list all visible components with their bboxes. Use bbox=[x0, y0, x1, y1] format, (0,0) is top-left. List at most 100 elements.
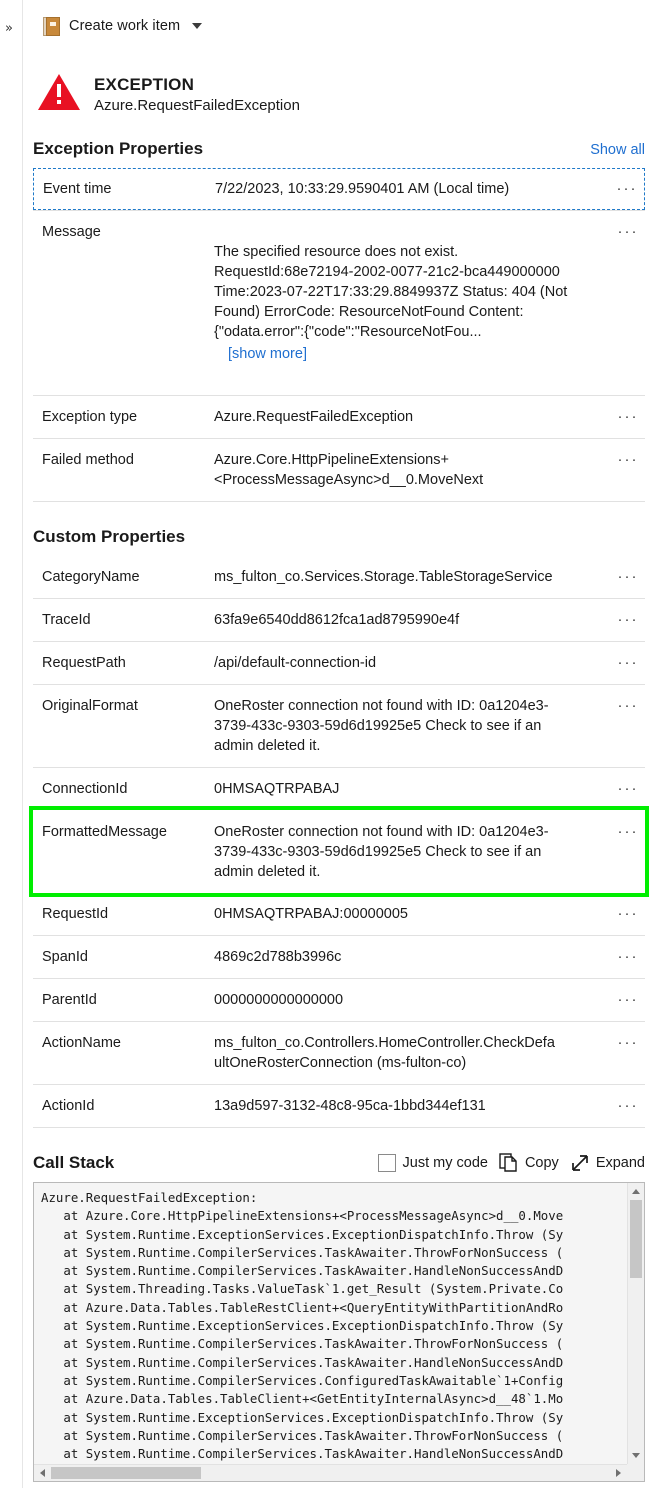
property-value-text: The specified resource does not exist. R… bbox=[214, 244, 568, 340]
property-key: Message bbox=[42, 224, 101, 240]
row-more-button[interactable]: ··· bbox=[611, 450, 645, 470]
property-key: SpanId bbox=[42, 949, 88, 965]
property-key: TraceId bbox=[42, 612, 91, 628]
property-value: 4869c2d788b3996c bbox=[214, 949, 342, 965]
horizontal-scrollbar[interactable] bbox=[34, 1464, 627, 1481]
just-my-code-checkbox[interactable] bbox=[377, 1153, 396, 1172]
horizontal-scroll-thumb[interactable] bbox=[51, 1467, 201, 1479]
table-row[interactable]: ParentId 0000000000000000 ··· bbox=[33, 978, 645, 1021]
row-more-button[interactable]: ··· bbox=[611, 1096, 645, 1116]
show-more-link[interactable]: [show more] bbox=[228, 344, 603, 364]
table-row[interactable]: OriginalFormat OneRoster connection not … bbox=[33, 684, 645, 767]
property-value: OneRoster connection not found with ID: … bbox=[214, 698, 549, 754]
work-item-icon bbox=[43, 16, 60, 36]
row-more-button[interactable]: ··· bbox=[611, 567, 645, 587]
table-row[interactable]: Event time 7/22/2023, 10:33:29.9590401 A… bbox=[33, 168, 645, 210]
table-row[interactable]: Message The specified resource does not … bbox=[33, 210, 645, 395]
property-value: 13a9d597-3132-48c8-95ca-1bbd344ef131 bbox=[214, 1098, 486, 1114]
copy-button[interactable]: Copy bbox=[499, 1152, 559, 1173]
property-key: OriginalFormat bbox=[42, 698, 138, 714]
property-value: The specified resource does not exist. R… bbox=[214, 222, 611, 384]
property-key: CategoryName bbox=[42, 569, 140, 585]
property-key: FormattedMessage bbox=[42, 824, 167, 840]
row-more-button[interactable]: ··· bbox=[611, 653, 645, 673]
property-key: RequestPath bbox=[42, 655, 126, 671]
table-row[interactable]: RequestPath /api/default-connection-id ·… bbox=[33, 641, 645, 684]
table-row[interactable]: RequestId 0HMSAQTRPABAJ:00000005 ··· bbox=[33, 893, 645, 935]
table-row[interactable]: CategoryName ms_fulton_co.Services.Stora… bbox=[33, 556, 645, 598]
table-row[interactable]: Failed method Azure.Core.HttpPipelineExt… bbox=[33, 438, 645, 501]
scroll-right-arrow-icon[interactable] bbox=[610, 1465, 627, 1481]
expand-button[interactable]: Expand bbox=[570, 1153, 645, 1173]
row-more-button[interactable]: ··· bbox=[611, 822, 645, 842]
property-value: Azure.Core.HttpPipelineExtensions+ <Proc… bbox=[214, 452, 484, 488]
property-key: ActionName bbox=[42, 1035, 121, 1051]
property-key: Failed method bbox=[42, 452, 134, 468]
custom-properties-table: CategoryName ms_fulton_co.Services.Stora… bbox=[29, 556, 649, 1127]
property-key: ConnectionId bbox=[42, 781, 128, 797]
call-stack-title: Call Stack bbox=[33, 1152, 115, 1172]
property-value: 7/22/2023, 10:33:29.9590401 AM (Local ti… bbox=[215, 181, 510, 197]
row-more-button[interactable]: ··· bbox=[611, 1033, 645, 1053]
exception-type-label: Azure.RequestFailedException bbox=[94, 97, 300, 114]
custom-properties-title: Custom Properties bbox=[33, 527, 186, 546]
row-more-button[interactable]: ··· bbox=[611, 904, 645, 924]
vertical-scrollbar[interactable] bbox=[627, 1183, 644, 1464]
row-more-button[interactable]: ··· bbox=[611, 990, 645, 1010]
scrollbar-corner bbox=[627, 1464, 644, 1481]
exception-properties-header: Exception Properties Show all bbox=[23, 139, 659, 159]
create-work-item-label: Create work item bbox=[69, 18, 181, 34]
table-row[interactable]: SpanId 4869c2d788b3996c ··· bbox=[33, 935, 645, 978]
row-more-button[interactable]: ··· bbox=[611, 407, 645, 427]
exception-properties-table: Event time 7/22/2023, 10:33:29.9590401 A… bbox=[33, 168, 645, 501]
property-key: Exception type bbox=[42, 409, 138, 425]
table-row[interactable]: Exception type Azure.RequestFailedExcept… bbox=[33, 395, 645, 438]
just-my-code-toggle[interactable]: Just my code bbox=[377, 1153, 488, 1172]
property-value: /api/default-connection-id bbox=[214, 655, 377, 671]
expand-pane-chevron-icon[interactable]: » bbox=[5, 22, 13, 35]
table-bottom-divider bbox=[33, 1127, 645, 1128]
table-row[interactable]: ActionName ms_fulton_co.Controllers.Home… bbox=[33, 1021, 645, 1084]
row-more-button[interactable]: ··· bbox=[611, 947, 645, 967]
row-more-button[interactable]: ··· bbox=[610, 179, 644, 199]
call-stack-actions: Just my code Copy Expand bbox=[377, 1152, 645, 1173]
property-value: 0HMSAQTRPABAJ bbox=[214, 781, 340, 797]
property-key: RequestId bbox=[42, 906, 109, 922]
scroll-left-arrow-icon[interactable] bbox=[34, 1465, 51, 1481]
call-stack-panel[interactable]: Azure.RequestFailedException: at Azure.C… bbox=[33, 1182, 645, 1482]
copy-label: Copy bbox=[524, 1154, 559, 1171]
create-work-item-button[interactable]: Create work item bbox=[39, 14, 206, 39]
call-stack-header: Call Stack Just my code Copy Expand bbox=[23, 1152, 659, 1173]
property-value: Azure.RequestFailedException bbox=[214, 409, 414, 425]
property-value: ms_fulton_co.Services.Storage.TableStora… bbox=[214, 569, 553, 585]
property-value: 63fa9e6540dd8612fca1ad8795990e4f bbox=[214, 612, 460, 628]
row-more-button[interactable]: ··· bbox=[611, 610, 645, 630]
show-all-link[interactable]: Show all bbox=[590, 142, 645, 158]
toolbar: Create work item bbox=[23, 0, 659, 52]
expand-label: Expand bbox=[595, 1154, 645, 1171]
row-more-button[interactable]: ··· bbox=[611, 696, 645, 716]
exception-details-pane: Create work item EXCEPTION Azure.Request… bbox=[23, 0, 659, 1488]
copy-icon bbox=[499, 1153, 517, 1172]
custom-properties-header: Custom Properties bbox=[23, 527, 659, 547]
property-key: ParentId bbox=[42, 992, 97, 1008]
call-stack-text: Azure.RequestFailedException: at Azure.C… bbox=[41, 1190, 564, 1462]
expand-arrows-icon bbox=[571, 1154, 588, 1171]
row-more-button[interactable]: ··· bbox=[611, 779, 645, 799]
row-more-button[interactable]: ··· bbox=[611, 222, 645, 242]
chevron-down-icon[interactable] bbox=[192, 23, 203, 29]
table-row[interactable]: ActionId 13a9d597-3132-48c8-95ca-1bbd344… bbox=[33, 1084, 645, 1127]
exception-banner: EXCEPTION Azure.RequestFailedException bbox=[23, 52, 659, 114]
scroll-up-arrow-icon[interactable] bbox=[628, 1183, 644, 1200]
error-triangle-icon bbox=[38, 74, 80, 110]
table-row[interactable]: ConnectionId 0HMSAQTRPABAJ ··· bbox=[33, 767, 645, 810]
table-row-highlighted[interactable]: FormattedMessage OneRoster connection no… bbox=[29, 806, 649, 897]
scroll-down-arrow-icon[interactable] bbox=[628, 1447, 644, 1464]
table-bottom-divider bbox=[33, 501, 645, 502]
table-row[interactable]: TraceId 63fa9e6540dd8612fca1ad8795990e4f… bbox=[33, 598, 645, 641]
property-value: ms_fulton_co.Controllers.HomeController.… bbox=[214, 1035, 555, 1071]
left-rail: » bbox=[0, 0, 23, 1488]
property-value: 0000000000000000 bbox=[214, 992, 344, 1008]
just-my-code-label: Just my code bbox=[402, 1154, 488, 1171]
vertical-scroll-thumb[interactable] bbox=[630, 1200, 642, 1278]
